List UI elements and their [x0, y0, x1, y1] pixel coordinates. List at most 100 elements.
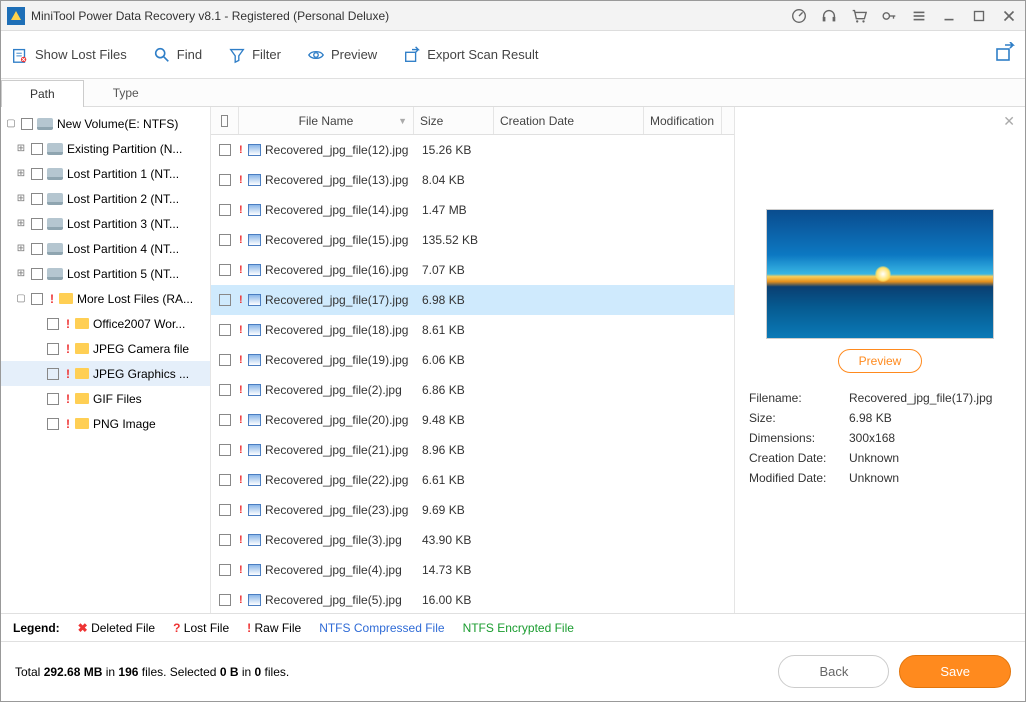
file-row[interactable]: !Recovered_jpg_file(2).jpg6.86 KB: [211, 375, 734, 405]
folder-icon: [75, 393, 89, 404]
tree-label: Existing Partition (N...: [67, 142, 182, 156]
back-button[interactable]: Back: [778, 655, 889, 688]
checkbox[interactable]: [47, 418, 59, 430]
checkbox[interactable]: [219, 174, 231, 186]
checkbox[interactable]: [219, 534, 231, 546]
tree-label: JPEG Camera file: [93, 342, 189, 356]
close-icon[interactable]: [999, 7, 1019, 25]
checkbox[interactable]: [219, 414, 231, 426]
checkbox[interactable]: [219, 234, 231, 246]
checkbox[interactable]: [219, 264, 231, 276]
close-icon[interactable]: ✕: [1003, 113, 1015, 130]
file-row[interactable]: !Recovered_jpg_file(16).jpg7.07 KB: [211, 255, 734, 285]
checkbox[interactable]: [31, 218, 43, 230]
preview-button[interactable]: Preview: [838, 349, 923, 373]
tree-subfolder[interactable]: !PNG Image: [1, 411, 210, 436]
tree-label: Office2007 Wor...: [93, 317, 185, 331]
checkbox[interactable]: [219, 204, 231, 216]
checkbox[interactable]: [31, 293, 43, 305]
tree-subfolder[interactable]: !JPEG Camera file: [1, 336, 210, 361]
file-row[interactable]: !Recovered_jpg_file(17).jpg6.98 KB: [211, 285, 734, 315]
checkbox[interactable]: [47, 318, 59, 330]
checkbox[interactable]: [219, 594, 231, 606]
file-row[interactable]: !Recovered_jpg_file(4).jpg14.73 KB: [211, 555, 734, 585]
checkbox[interactable]: [219, 444, 231, 456]
file-row[interactable]: !Recovered_jpg_file(3).jpg43.90 KB: [211, 525, 734, 555]
meta-label: Dimensions:: [749, 431, 849, 445]
minimize-icon[interactable]: [939, 7, 959, 25]
cart-icon[interactable]: [849, 7, 869, 25]
file-row[interactable]: !Recovered_jpg_file(19).jpg6.06 KB: [211, 345, 734, 375]
checkbox[interactable]: [31, 243, 43, 255]
titlebar: MiniTool Power Data Recovery v8.1 - Regi…: [1, 1, 1025, 31]
checkbox[interactable]: [47, 368, 59, 380]
file-row[interactable]: !Recovered_jpg_file(18).jpg8.61 KB: [211, 315, 734, 345]
filter-button[interactable]: Filter: [228, 46, 281, 64]
file-row[interactable]: !Recovered_jpg_file(15).jpg135.52 KB: [211, 225, 734, 255]
col-size[interactable]: Size: [414, 107, 494, 134]
export-scan-button[interactable]: Export Scan Result: [403, 46, 538, 64]
checkbox[interactable]: [31, 268, 43, 280]
checkbox[interactable]: [31, 143, 43, 155]
tree-subfolder[interactable]: !Office2007 Wor...: [1, 311, 210, 336]
checkbox[interactable]: [21, 118, 33, 130]
checkbox[interactable]: [219, 354, 231, 366]
share-icon[interactable]: [995, 42, 1015, 67]
checkbox[interactable]: [219, 504, 231, 516]
checkbox[interactable]: [47, 343, 59, 355]
disk-icon: [47, 168, 63, 180]
headset-icon[interactable]: [819, 7, 839, 25]
file-row[interactable]: !Recovered_jpg_file(5).jpg16.00 KB: [211, 585, 734, 613]
tab-path[interactable]: Path: [1, 80, 84, 107]
checkbox[interactable]: [31, 193, 43, 205]
col-filename[interactable]: File Name▼: [239, 107, 414, 134]
key-icon[interactable]: [879, 7, 899, 25]
checkbox[interactable]: [219, 474, 231, 486]
checkbox[interactable]: [47, 393, 59, 405]
image-file-icon: [248, 474, 261, 486]
show-lost-files-button[interactable]: Show Lost Files: [11, 46, 127, 64]
tree-partition[interactable]: ⊞Existing Partition (N...: [1, 136, 210, 161]
checkbox-all[interactable]: [221, 115, 228, 127]
raw-flag-icon: !: [239, 474, 246, 486]
find-button[interactable]: Find: [153, 46, 202, 64]
tree-partition[interactable]: ⊞Lost Partition 5 (NT...: [1, 261, 210, 286]
file-row[interactable]: !Recovered_jpg_file(20).jpg9.48 KB: [211, 405, 734, 435]
raw-flag-icon: !: [239, 564, 246, 576]
checkbox[interactable]: [219, 324, 231, 336]
checkbox[interactable]: [31, 168, 43, 180]
file-row[interactable]: !Recovered_jpg_file(14).jpg1.47 MB: [211, 195, 734, 225]
file-row[interactable]: !Recovered_jpg_file(22).jpg6.61 KB: [211, 465, 734, 495]
menu-icon[interactable]: [909, 7, 929, 25]
save-button[interactable]: Save: [899, 655, 1011, 688]
tree-partition[interactable]: ⊞Lost Partition 3 (NT...: [1, 211, 210, 236]
preview-button[interactable]: Preview: [307, 46, 377, 64]
maximize-icon[interactable]: [969, 7, 989, 25]
image-file-icon: [248, 564, 261, 576]
tree-partition[interactable]: ⊞Lost Partition 4 (NT...: [1, 236, 210, 261]
tree-label: GIF Files: [93, 392, 142, 406]
tree-subfolder[interactable]: !JPEG Graphics ...: [1, 361, 210, 386]
col-creation-date[interactable]: Creation Date: [494, 107, 644, 134]
tab-type[interactable]: Type: [84, 79, 168, 106]
file-row[interactable]: !Recovered_jpg_file(23).jpg9.69 KB: [211, 495, 734, 525]
tree-partition[interactable]: ⊞Lost Partition 2 (NT...: [1, 186, 210, 211]
tree-subfolder[interactable]: !GIF Files: [1, 386, 210, 411]
file-row[interactable]: !Recovered_jpg_file(13).jpg8.04 KB: [211, 165, 734, 195]
checkbox[interactable]: [219, 384, 231, 396]
image-file-icon: [248, 174, 261, 186]
checkbox[interactable]: [219, 564, 231, 576]
disk-icon: [37, 118, 53, 130]
tree-partition[interactable]: ⊞Lost Partition 1 (NT...: [1, 161, 210, 186]
gauge-icon[interactable]: [789, 7, 809, 25]
checkbox[interactable]: [219, 144, 231, 156]
meta-value: 300x168: [849, 431, 1011, 445]
col-modification[interactable]: Modification: [644, 107, 722, 134]
checkbox[interactable]: [219, 294, 231, 306]
file-size: 6.06 KB: [416, 353, 496, 367]
file-row[interactable]: !Recovered_jpg_file(21).jpg8.96 KB: [211, 435, 734, 465]
file-row[interactable]: !Recovered_jpg_file(12).jpg15.26 KB: [211, 135, 734, 165]
tree-more-lost[interactable]: ▢ ! More Lost Files (RA...: [1, 286, 210, 311]
file-name: Recovered_jpg_file(3).jpg: [261, 533, 416, 547]
tree-root[interactable]: ▢ New Volume(E: NTFS): [1, 111, 210, 136]
